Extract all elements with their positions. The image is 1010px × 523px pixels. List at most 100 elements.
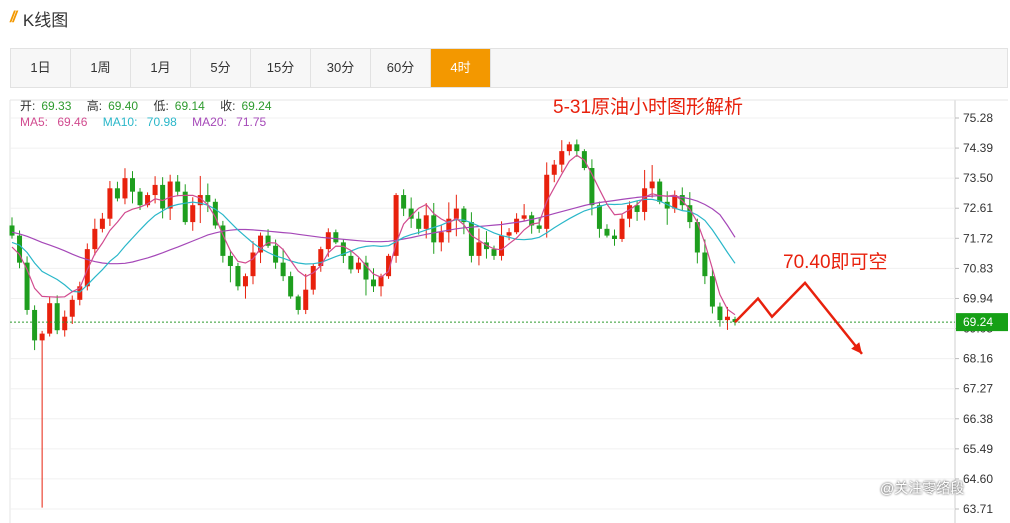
tab-60min[interactable]: 60分 xyxy=(371,49,431,87)
candle-body xyxy=(627,205,633,219)
candle xyxy=(227,250,233,283)
candle-body xyxy=(371,279,376,287)
tab-1m[interactable]: 1月 xyxy=(131,49,191,87)
candle xyxy=(574,139,580,157)
candle xyxy=(612,229,617,246)
ohlc-info: 开: 69.33 高: 69.40 低: 69.14 收: 69.24 MA5: 69.… xyxy=(20,98,284,130)
candle-body xyxy=(709,276,715,307)
candle xyxy=(529,211,535,234)
candle xyxy=(672,190,678,213)
candle xyxy=(521,204,527,222)
projection-arrow xyxy=(734,281,863,355)
chart-header: // K线图 xyxy=(10,4,68,32)
open-value: 69.33 xyxy=(41,99,72,113)
candle-body xyxy=(137,191,143,206)
candle xyxy=(107,181,113,226)
candle-body xyxy=(54,303,60,331)
candle xyxy=(649,165,655,198)
tab-5min[interactable]: 5分 xyxy=(191,49,251,87)
y-tick-label: 69.94 xyxy=(963,291,993,305)
tab-4h[interactable]: 4时 xyxy=(431,49,491,87)
candle-body xyxy=(506,232,512,236)
y-tick-label: 67.27 xyxy=(963,382,993,396)
candle-body xyxy=(280,262,286,277)
candle xyxy=(333,229,339,245)
ma5-label: MA5: xyxy=(20,115,49,129)
high-label: 高: xyxy=(86,99,103,113)
candle-body xyxy=(227,255,233,267)
y-tick-label: 75.28 xyxy=(963,111,993,125)
candle xyxy=(54,295,60,335)
candle-body xyxy=(702,252,708,277)
kline-chart[interactable]: 75.2874.3973.5072.6171.7270.8369.9469.05… xyxy=(0,90,1010,523)
candle-body xyxy=(310,266,316,290)
y-tick-label: 65.49 xyxy=(963,442,993,456)
candle-body xyxy=(604,228,610,236)
candle-body xyxy=(235,266,241,287)
candle-body xyxy=(84,249,90,287)
candle xyxy=(295,294,301,315)
candle xyxy=(122,168,128,205)
candle xyxy=(280,248,286,282)
candle xyxy=(363,255,369,296)
candle xyxy=(619,214,625,242)
candle xyxy=(17,230,23,269)
tab-1d[interactable]: 1日 xyxy=(11,49,71,87)
candle-body xyxy=(160,184,166,209)
tab-1w[interactable]: 1周 xyxy=(71,49,131,87)
ma10-label: MA10: xyxy=(102,115,138,129)
candle xyxy=(551,159,557,183)
candle-body xyxy=(32,309,38,341)
candle xyxy=(544,162,550,238)
candle-body xyxy=(416,218,422,229)
candle-body xyxy=(566,144,572,152)
candle xyxy=(559,140,565,173)
candle xyxy=(476,228,482,266)
low-label: 低: xyxy=(153,99,169,113)
ma5-value: 69.46 xyxy=(57,115,88,129)
candle-body xyxy=(92,228,98,250)
current-price-label: 69.24 xyxy=(963,315,993,329)
candle xyxy=(250,241,256,285)
candle-body xyxy=(175,181,181,192)
candle xyxy=(310,263,316,295)
tab-30min[interactable]: 30分 xyxy=(311,49,371,87)
candle-body xyxy=(167,181,173,209)
tab-15min[interactable]: 15分 xyxy=(251,49,311,87)
candle xyxy=(717,302,723,327)
candle xyxy=(416,211,422,235)
candle-body xyxy=(273,245,279,263)
candle xyxy=(536,218,542,233)
candle-body xyxy=(288,276,294,297)
candle xyxy=(62,310,68,337)
candle xyxy=(340,239,346,264)
candle-body xyxy=(423,215,429,229)
candle-body xyxy=(114,188,120,199)
y-tick-label: 70.83 xyxy=(963,261,993,275)
candle-body xyxy=(190,205,196,223)
candle-body xyxy=(9,225,15,236)
candle xyxy=(265,229,271,248)
candle-body xyxy=(717,306,723,321)
candle xyxy=(32,305,38,351)
candle-body xyxy=(536,225,542,229)
candle-body xyxy=(431,215,437,243)
candle-body xyxy=(355,262,361,270)
candle-body xyxy=(649,181,655,189)
candle xyxy=(408,197,414,228)
ma10-value: 70.98 xyxy=(146,115,177,129)
candle xyxy=(499,221,505,261)
candle xyxy=(604,224,610,238)
candle-body xyxy=(69,299,75,317)
annotation-title: 5-31原油小时图形解析 xyxy=(553,97,744,118)
candle-body xyxy=(724,316,730,321)
y-tick-label: 64.60 xyxy=(963,472,993,486)
candle xyxy=(401,189,407,217)
candle-body xyxy=(476,242,482,256)
candle xyxy=(182,184,188,225)
close-value: 69.24 xyxy=(241,99,272,113)
ma20-label: MA20: xyxy=(192,115,227,129)
candle-body xyxy=(438,232,444,243)
candle-body xyxy=(596,205,602,229)
candle-body xyxy=(499,235,505,256)
